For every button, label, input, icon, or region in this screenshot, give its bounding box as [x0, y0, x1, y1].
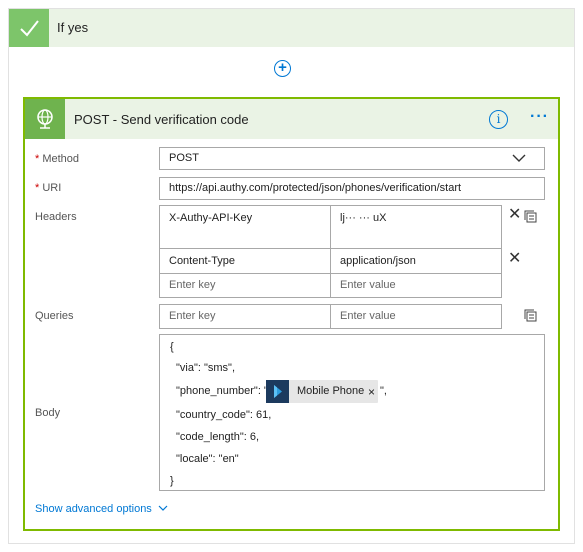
code-line: "locale": "en"	[176, 453, 239, 465]
show-advanced-options-link[interactable]: Show advanced options	[35, 503, 168, 515]
header-value-1[interactable]: lj··· ··· uX	[330, 205, 502, 249]
header-key-2[interactable]: Content-Type	[159, 248, 331, 274]
advanced-label: Show advanced options	[35, 503, 152, 515]
query-value-new[interactable]: Enter value	[330, 304, 502, 329]
condition-label: If yes	[57, 20, 89, 35]
body-label: Body	[35, 407, 61, 419]
chevron-down-icon	[158, 505, 168, 511]
bulk-edit-icon[interactable]	[524, 309, 537, 322]
close-icon[interactable]: ✕	[508, 207, 521, 223]
uri-label: * URI	[35, 182, 62, 194]
action-title: POST - Send verification code	[74, 112, 249, 127]
dynamics-icon	[266, 380, 289, 403]
chevron-down-icon	[512, 154, 526, 162]
code-line: "phone_number": "	[176, 385, 268, 397]
query-key-new[interactable]: Enter key	[159, 304, 331, 329]
code-line: "code_length": 6,	[176, 431, 260, 443]
header-key-text: Content-Type	[169, 255, 236, 267]
close-icon[interactable]: ✕	[508, 251, 521, 267]
header-key-new[interactable]: Enter key	[159, 273, 331, 298]
if-yes-header[interactable]: If yes	[9, 9, 574, 47]
bulk-edit-icon[interactable]	[524, 210, 537, 223]
method-value: POST	[169, 152, 199, 164]
headers-label: Headers	[35, 211, 77, 223]
uri-input[interactable]: https://api.authy.com/protected/json/pho…	[159, 177, 545, 200]
code-line: ",	[380, 385, 387, 397]
header-key-1[interactable]: X-Authy-API-Key	[159, 205, 331, 249]
check-icon	[9, 9, 49, 47]
code-line: "via": "sms",	[176, 362, 236, 374]
placeholder-text: Enter value	[340, 279, 396, 291]
header-value-new[interactable]: Enter value	[330, 273, 502, 298]
info-icon[interactable]: i	[489, 110, 508, 129]
placeholder-text: Enter value	[340, 310, 396, 322]
more-icon[interactable]: ···	[530, 108, 549, 126]
header-value-text: lj··· ··· uX	[340, 212, 387, 224]
plus-circle-icon[interactable]: +	[274, 60, 291, 77]
header-value-text: application/json	[340, 255, 416, 267]
header-key-text: X-Authy-API-Key	[169, 212, 253, 224]
header-value-2[interactable]: application/json	[330, 248, 502, 274]
placeholder-text: Enter key	[169, 279, 216, 291]
action-header[interactable]: POST - Send verification code i ···	[25, 99, 558, 139]
uri-value: https://api.authy.com/protected/json/pho…	[169, 182, 462, 194]
code-line: }	[170, 475, 174, 487]
code-line: "country_code": 61,	[176, 409, 272, 421]
method-select[interactable]: POST	[159, 147, 545, 170]
placeholder-text: Enter key	[169, 310, 216, 322]
token-label: Mobile Phone	[297, 385, 365, 397]
dynamic-content-token[interactable]: Mobile Phone ×	[266, 380, 378, 403]
globe-icon	[25, 99, 65, 139]
code-line: {	[170, 341, 174, 353]
method-label: * Method	[35, 153, 80, 165]
queries-label: Queries	[35, 310, 74, 322]
close-icon[interactable]: ×	[368, 385, 375, 399]
